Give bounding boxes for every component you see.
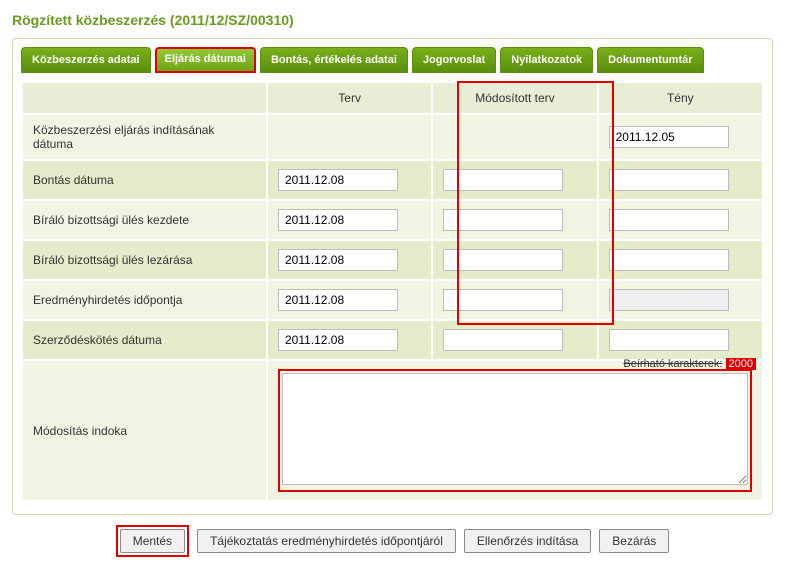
col-header-empty — [23, 83, 266, 113]
col-header-modositott: Módosított terv — [433, 83, 596, 113]
table-row: Bíráló bizottsági ülés lezárása — [23, 241, 762, 279]
teny-input-inditas[interactable] — [609, 126, 729, 148]
row-label: Bíráló bizottsági ülés lezárása — [23, 241, 266, 279]
notify-button[interactable]: Tájékoztatás eredményhirdetés időpontjár… — [197, 529, 456, 553]
table-row: Közbeszerzési eljárás indításának dátuma — [23, 115, 762, 159]
tabs: Közbeszerzés adatai Eljárás dátumai Bont… — [21, 47, 764, 73]
button-row: Mentés Tájékoztatás eredményhirdetés idő… — [12, 515, 773, 557]
table-row: Eredményhirdetés időpontja — [23, 281, 762, 319]
reason-textarea[interactable] — [282, 373, 748, 485]
teny-input-biralo-lezaras[interactable] — [609, 249, 729, 271]
tab-kozbeszerzes-adatai[interactable]: Közbeszerzés adatai — [21, 47, 151, 73]
row-label: Szerződéskötés dátuma — [23, 321, 266, 359]
close-button[interactable]: Bezárás — [599, 529, 669, 553]
tab-bontas-ertekeles[interactable]: Bontás, értékelés adatai — [260, 47, 408, 73]
check-button[interactable]: Ellenőrzés indítása — [464, 529, 591, 553]
form-panel: Közbeszerzés adatai Eljárás dátumai Bont… — [12, 38, 773, 515]
teny-input-bontas[interactable] — [609, 169, 729, 191]
mod-input-biralo-kezdet[interactable] — [443, 209, 563, 231]
row-label: Közbeszerzési eljárás indításának dátuma — [23, 115, 266, 159]
terv-input-szerzodes[interactable] — [278, 329, 398, 351]
row-label: Eredményhirdetés időpontja — [23, 281, 266, 319]
teny-input-biralo-kezdet[interactable] — [609, 209, 729, 231]
reason-label: Módosítás indoka — [23, 361, 266, 500]
char-counter: Beírható karakterek: 2000 — [623, 358, 756, 370]
teny-input-szerzodes[interactable] — [609, 329, 729, 351]
mod-input-biralo-lezaras[interactable] — [443, 249, 563, 271]
terv-input-biralo-lezaras[interactable] — [278, 249, 398, 271]
tab-nyilatkozatok[interactable]: Nyilatkozatok — [500, 47, 593, 73]
page-title: Rögzített közbeszerzés (2011/12/SZ/00310… — [12, 8, 773, 38]
tab-eljaras-datumai[interactable]: Eljárás dátumai — [155, 47, 256, 73]
table-row: Bontás dátuma — [23, 161, 762, 199]
mod-input-bontas[interactable] — [443, 169, 563, 191]
row-label: Bontás dátuma — [23, 161, 266, 199]
row-label: Bíráló bizottsági ülés kezdete — [23, 201, 266, 239]
save-button[interactable]: Mentés — [120, 529, 185, 553]
table-row: Bíráló bizottsági ülés kezdete — [23, 201, 762, 239]
reason-row: Módosítás indoka Beírható karakterek: 20… — [23, 361, 762, 500]
table-row: Szerződéskötés dátuma — [23, 321, 762, 359]
tab-jogorvoslat[interactable]: Jogorvoslat — [412, 47, 496, 73]
mod-input-szerzodes[interactable] — [443, 329, 563, 351]
teny-input-eredmeny[interactable] — [609, 289, 729, 311]
col-header-terv: Terv — [268, 83, 431, 113]
tab-dokumentumtar[interactable]: Dokumentumtár — [597, 47, 703, 73]
terv-input-biralo-kezdet[interactable] — [278, 209, 398, 231]
mod-input-eredmeny[interactable] — [443, 289, 563, 311]
save-highlight: Mentés — [116, 525, 189, 557]
dates-table: Terv Módosított terv Tény Közbeszerzési … — [21, 81, 764, 502]
terv-input-eredmeny[interactable] — [278, 289, 398, 311]
terv-input-bontas[interactable] — [278, 169, 398, 191]
col-header-teny: Tény — [599, 83, 762, 113]
